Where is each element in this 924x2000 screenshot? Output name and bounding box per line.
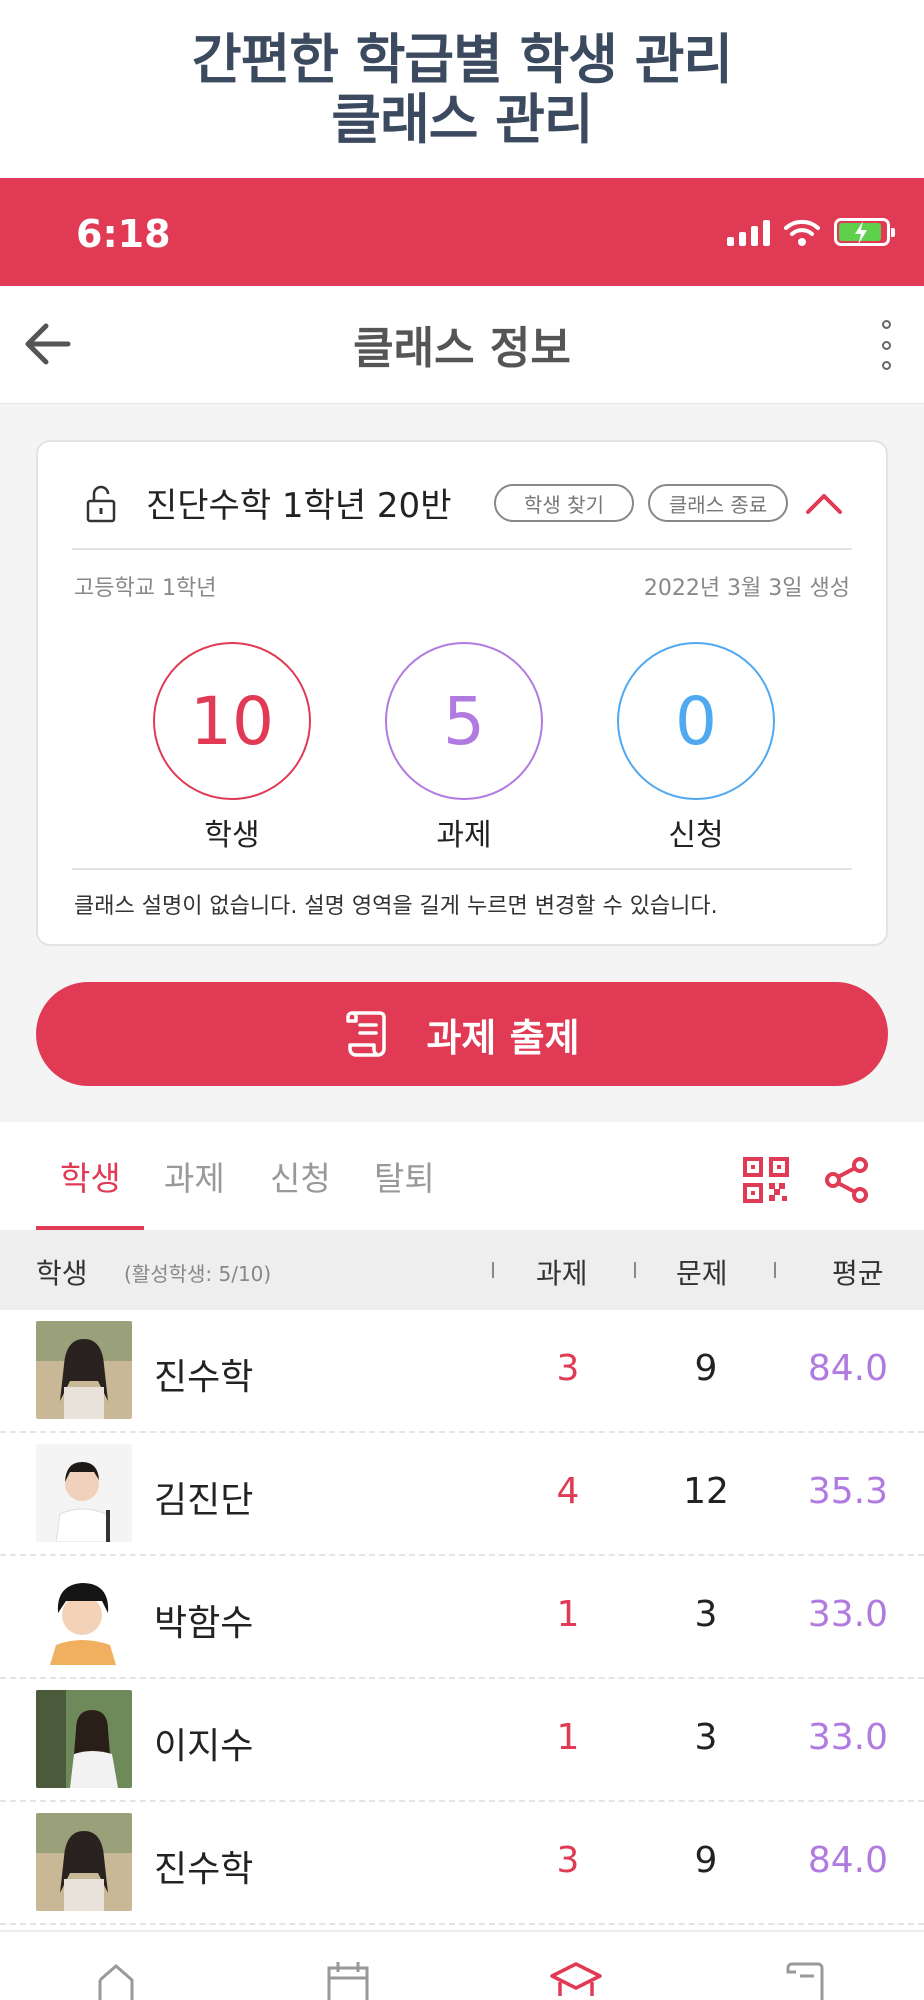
tab-withdrawn[interactable]: 탈퇴 — [374, 1152, 435, 1200]
average-score: 35.3 — [807, 1471, 888, 1512]
home-icon[interactable] — [96, 1960, 136, 2000]
divider — [72, 868, 852, 870]
school-grade: 고등학교 1학년 — [74, 576, 217, 601]
qr-code-icon[interactable] — [742, 1156, 790, 1204]
stat-students-value: 10 — [153, 642, 311, 800]
table-row[interactable]: 진수학 3 9 84.0 — [0, 1310, 924, 1433]
average-score: 33.0 — [807, 1717, 888, 1758]
column-separator — [774, 1262, 776, 1278]
class-name: 진단수학 1학년 20반 — [146, 486, 452, 526]
app-bar: 클래스 정보 — [0, 286, 924, 404]
end-class-button[interactable]: 클래스 종료 — [648, 484, 788, 522]
promo-title-line2: 클래스 관리 — [331, 88, 593, 151]
tab-bar: 학생 과제 신청 탈퇴 — [0, 1122, 924, 1230]
column-separator — [492, 1262, 494, 1278]
status-icons — [727, 218, 895, 246]
assign-task-button[interactable]: 과제 출제 — [36, 982, 888, 1086]
problem-count: 9 — [694, 1840, 718, 1881]
stat-requests-label: 신청 — [668, 818, 724, 853]
stat-requests-value: 0 — [617, 642, 775, 800]
student-name: 진수학 — [154, 1357, 254, 1398]
find-student-button[interactable]: 학생 찾기 — [494, 484, 634, 522]
avatar — [36, 1567, 132, 1665]
table-row[interactable]: 김진단 4 12 35.3 — [0, 1433, 924, 1556]
active-student-count: (활성학생: 5/10) — [124, 1262, 272, 1286]
average-score: 84.0 — [807, 1348, 888, 1389]
share-icon[interactable] — [824, 1156, 870, 1204]
stat-students-label: 학생 — [204, 818, 260, 853]
stat-assignments-value: 5 — [385, 642, 543, 800]
signal-icon — [727, 220, 770, 246]
assign-task-label: 과제 출제 — [426, 1015, 580, 1060]
calendar-icon[interactable] — [326, 1960, 370, 2000]
status-time: 6:18 — [76, 212, 171, 256]
bottom-navigation — [0, 1930, 924, 2000]
class-card[interactable]: 진단수학 1학년 20반 학생 찾기 클래스 종료 고등학교 1학년 2022년… — [36, 440, 888, 946]
promo-header: 간편한 학급별 학생 관리 클래스 관리 — [0, 0, 924, 178]
problem-count: 3 — [694, 1717, 718, 1758]
stat-assignments[interactable]: 5 과제 — [384, 642, 544, 854]
avatar — [36, 1321, 132, 1419]
scroll-icon — [346, 1011, 387, 1057]
stat-students[interactable]: 10 학생 — [152, 642, 312, 854]
student-table-header: 학생 (활성학생: 5/10) 과제 문제 평균 — [0, 1230, 924, 1310]
header-problems[interactable]: 문제 — [676, 1252, 728, 1292]
page-title: 클래스 정보 — [353, 323, 571, 374]
table-row[interactable]: 진수학 3 9 84.0 — [0, 1802, 924, 1925]
stat-assignments-label: 과제 — [436, 818, 492, 853]
problem-count: 3 — [694, 1594, 718, 1635]
tab-students[interactable]: 학생 — [60, 1152, 121, 1200]
average-score: 84.0 — [807, 1840, 888, 1881]
divider — [72, 548, 852, 550]
avatar — [36, 1813, 132, 1911]
table-row[interactable]: 박함수 1 3 33.0 — [0, 1556, 924, 1679]
header-average[interactable]: 평균 — [832, 1252, 884, 1292]
column-separator — [634, 1262, 636, 1278]
status-bar: 6:18 — [0, 178, 924, 286]
battery-icon — [834, 218, 895, 246]
tab-assignments[interactable]: 과제 — [164, 1152, 225, 1200]
student-list: 진수학 3 9 84.0 김진단 4 12 35.3 박함수 1 3 33.0 … — [0, 1310, 924, 1925]
problem-count: 9 — [694, 1348, 718, 1389]
assignment-count: 1 — [556, 1717, 580, 1758]
class-description[interactable]: 클래스 설명이 없습니다. 설명 영역을 길게 누르면 변경할 수 있습니다. — [74, 888, 718, 920]
class-info-section: 진단수학 1학년 20반 학생 찾기 클래스 종료 고등학교 1학년 2022년… — [0, 404, 924, 1122]
student-name: 진수학 — [154, 1849, 254, 1890]
class-icon[interactable] — [548, 1960, 604, 2000]
header-student: 학생 — [36, 1257, 88, 1290]
student-name: 이지수 — [154, 1726, 254, 1767]
unlock-icon — [86, 485, 116, 523]
tab-requests[interactable]: 신청 — [270, 1152, 331, 1200]
student-name: 김진단 — [154, 1480, 254, 1521]
assignment-icon[interactable] — [786, 1960, 826, 2000]
student-name: 박함수 — [154, 1603, 254, 1644]
avatar — [36, 1690, 132, 1788]
assignment-count: 3 — [556, 1840, 580, 1881]
average-score: 33.0 — [807, 1594, 888, 1635]
promo-title-line1: 간편한 학급별 학생 관리 — [191, 28, 733, 91]
problem-count: 12 — [683, 1471, 729, 1512]
more-vertical-icon[interactable] — [878, 320, 894, 370]
header-assignments[interactable]: 과제 — [536, 1252, 588, 1292]
chevron-up-icon[interactable] — [804, 488, 844, 518]
wifi-icon — [784, 219, 820, 246]
assignment-count: 3 — [556, 1348, 580, 1389]
created-date: 2022년 3월 3일 생성 — [643, 576, 850, 601]
table-row[interactable]: 이지수 1 3 33.0 — [0, 1679, 924, 1802]
avatar — [36, 1444, 132, 1542]
assignment-count: 1 — [556, 1594, 580, 1635]
stat-requests[interactable]: 0 신청 — [616, 642, 776, 854]
assignment-count: 4 — [556, 1471, 580, 1512]
